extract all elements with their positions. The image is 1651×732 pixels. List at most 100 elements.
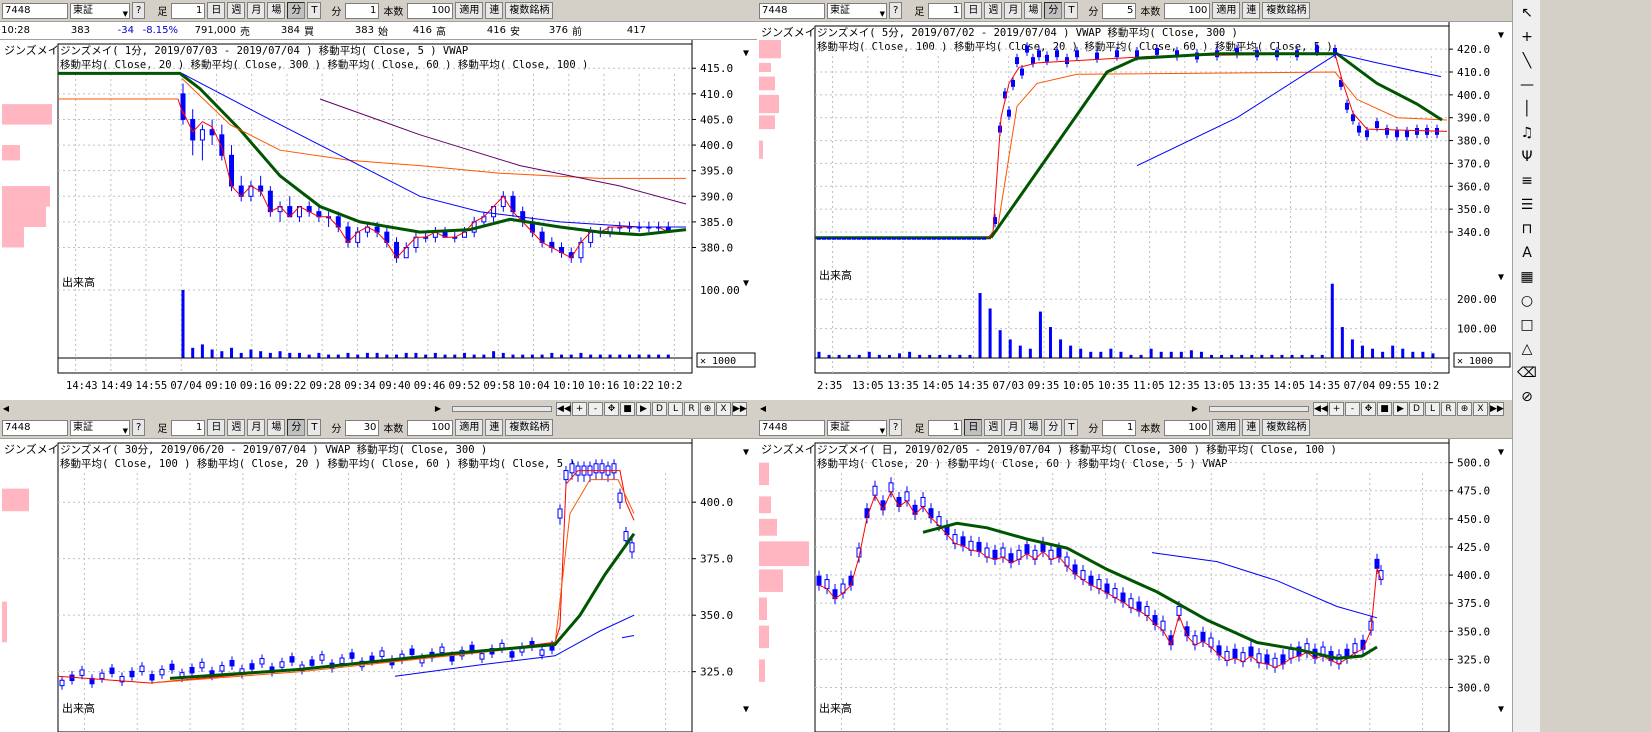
scroll-left-icon[interactable]: ◀ (0, 402, 12, 416)
vline-icon[interactable]: │ (1515, 98, 1539, 120)
nav-zoom-out-button[interactable]: - (1345, 401, 1360, 416)
trendline-icon[interactable]: ╲ (1515, 50, 1539, 72)
week-button[interactable]: 週 (984, 2, 1003, 19)
zoom-slider[interactable] (452, 405, 552, 412)
nav-d-button[interactable]: D (1409, 401, 1424, 416)
month-button[interactable]: 月 (1004, 419, 1023, 436)
crosshair-icon[interactable]: + (1515, 26, 1539, 48)
multi-stock-button[interactable]: 複数銘柄 (505, 2, 554, 19)
link-button[interactable]: 連 (1242, 419, 1261, 436)
pane2-scrollbar[interactable]: ◀ ▶ ◀◀ + - ✥ ■ ▶ D L R ⊕ X ▶▶ (757, 400, 1512, 417)
minute-button[interactable]: 分 (1044, 2, 1063, 19)
minute-button[interactable]: 分 (287, 419, 306, 436)
count-spinner[interactable]: 100 (407, 419, 454, 436)
text-icon[interactable]: A (1515, 242, 1539, 264)
pointer-icon[interactable]: ↖ (1515, 2, 1539, 24)
multi-stock-button[interactable]: 複数銘柄 (1262, 419, 1311, 436)
count-spinner[interactable]: 100 (1164, 2, 1211, 19)
nav-target-button[interactable]: ⊕ (700, 401, 715, 416)
minute-spinner[interactable]: 5 (1102, 2, 1137, 19)
tick-button[interactable]: T (1064, 419, 1079, 436)
nav-target-button[interactable]: ⊕ (1457, 401, 1472, 416)
nav-play-button[interactable]: ▶ (636, 401, 651, 416)
apply-button[interactable]: 適用 (1212, 419, 1241, 436)
stock-code-input[interactable]: 7448 (2, 2, 68, 19)
stock-code-input[interactable]: 7448 (2, 419, 68, 436)
minute-button[interactable]: 分 (1044, 419, 1063, 436)
tick-button[interactable]: T (1064, 2, 1079, 19)
multi-stock-button[interactable]: 複数銘柄 (1262, 2, 1311, 19)
scroll-left-icon[interactable]: ◀ (757, 402, 769, 416)
apply-button[interactable]: 適用 (1212, 2, 1241, 19)
stock-code-input[interactable]: 7448 (759, 419, 825, 436)
table-icon[interactable]: ▦ (1515, 266, 1539, 288)
foot-spinner[interactable]: 1 (928, 419, 963, 436)
price-chart-1min[interactable]: ジンズメイ ジンズメイ( 1分, 2019/07/03 - 2019/07/04 … (0, 40, 757, 397)
price-chart-daily[interactable]: ジンズメイ ジンズメイ( 日, 2019/02/05 - 2019/07/04 )… (757, 439, 1512, 732)
fib-channel-icon[interactable]: ☰ (1515, 194, 1539, 216)
rectangle-icon[interactable]: □ (1515, 314, 1539, 336)
ellipse-icon[interactable]: ○ (1515, 290, 1539, 312)
market-select[interactable]: 東証 ▼ (70, 419, 130, 436)
help-button[interactable]: ? (132, 2, 146, 19)
nav-close-button[interactable]: X (716, 401, 731, 416)
tick-button[interactable]: T (307, 2, 322, 19)
market-select[interactable]: 東証 ▼ (827, 419, 887, 436)
fibonacci-icon[interactable]: ≡ (1515, 170, 1539, 192)
week-button[interactable]: 週 (984, 419, 1003, 436)
apply-button[interactable]: 適用 (455, 2, 484, 19)
count-spinner[interactable]: 100 (407, 2, 454, 19)
session-button[interactable]: 場 (1024, 2, 1043, 19)
link-button[interactable]: 連 (485, 419, 504, 436)
foot-spinner[interactable]: 1 (928, 2, 963, 19)
nav-close-button[interactable]: X (1473, 401, 1488, 416)
scroll-right-icon[interactable]: ▶ (432, 402, 444, 416)
help-button[interactable]: ? (132, 419, 146, 436)
stock-code-input[interactable]: 7448 (759, 2, 825, 19)
price-chart-5min[interactable]: ジンズメイ ジンズメイ( 5分, 2019/07/02 - 2019/07/04 … (757, 22, 1512, 397)
day-button[interactable]: 日 (964, 419, 983, 436)
nav-first-button[interactable]: ◀◀ (556, 401, 571, 416)
link-button[interactable]: 連 (1242, 2, 1261, 19)
minute-spinner[interactable]: 30 (345, 419, 380, 436)
link-button[interactable]: 連 (485, 2, 504, 19)
foot-spinner[interactable]: 1 (171, 419, 206, 436)
multi-stock-button[interactable]: 複数銘柄 (505, 419, 554, 436)
nav-l-button[interactable]: L (1425, 401, 1440, 416)
nav-last-button[interactable]: ▶▶ (732, 401, 747, 416)
nav-zoom-in-button[interactable]: + (1329, 401, 1344, 416)
foot-spinner[interactable]: 1 (171, 2, 206, 19)
pitchfork-icon[interactable]: Ψ (1515, 146, 1539, 168)
scroll-right-icon[interactable]: ▶ (1189, 402, 1201, 416)
zoom-slider[interactable] (1209, 405, 1309, 412)
nav-zoom-in-button[interactable]: + (572, 401, 587, 416)
session-button[interactable]: 場 (267, 2, 286, 19)
help-button[interactable]: ? (889, 419, 903, 436)
nav-l-button[interactable]: L (668, 401, 683, 416)
nav-last-button[interactable]: ▶▶ (1489, 401, 1504, 416)
day-button[interactable]: 日 (207, 2, 226, 19)
eraser-all-icon[interactable]: ⊘ (1515, 386, 1539, 408)
month-button[interactable]: 月 (247, 419, 266, 436)
eraser-icon[interactable]: ⌫ (1515, 362, 1539, 384)
week-button[interactable]: 週 (227, 2, 246, 19)
day-button[interactable]: 日 (964, 2, 983, 19)
hline-icon[interactable]: — (1515, 74, 1539, 96)
session-button[interactable]: 場 (267, 419, 286, 436)
alert-bell-icon[interactable]: ♫ (1515, 122, 1539, 144)
session-button[interactable]: 場 (1024, 419, 1043, 436)
minute-spinner[interactable]: 1 (1102, 419, 1137, 436)
nav-move-button[interactable]: ✥ (1361, 401, 1376, 416)
pane1-scrollbar[interactable]: ◀ ▶ ◀◀ + - ✥ ■ ▶ D L R ⊕ X ▶▶ (0, 400, 757, 417)
nav-stop-button[interactable]: ■ (620, 401, 635, 416)
nav-r-button[interactable]: R (1441, 401, 1456, 416)
nav-r-button[interactable]: R (684, 401, 699, 416)
nav-first-button[interactable]: ◀◀ (1313, 401, 1328, 416)
channel-icon[interactable]: ⊓ (1515, 218, 1539, 240)
price-chart-30min[interactable]: ジンズメイ ジンズメイ( 30分, 2019/06/20 - 2019/07/04… (0, 439, 757, 732)
nav-stop-button[interactable]: ■ (1377, 401, 1392, 416)
nav-move-button[interactable]: ✥ (604, 401, 619, 416)
count-spinner[interactable]: 100 (1164, 419, 1211, 436)
triangle-icon[interactable]: △ (1515, 338, 1539, 360)
help-button[interactable]: ? (889, 2, 903, 19)
